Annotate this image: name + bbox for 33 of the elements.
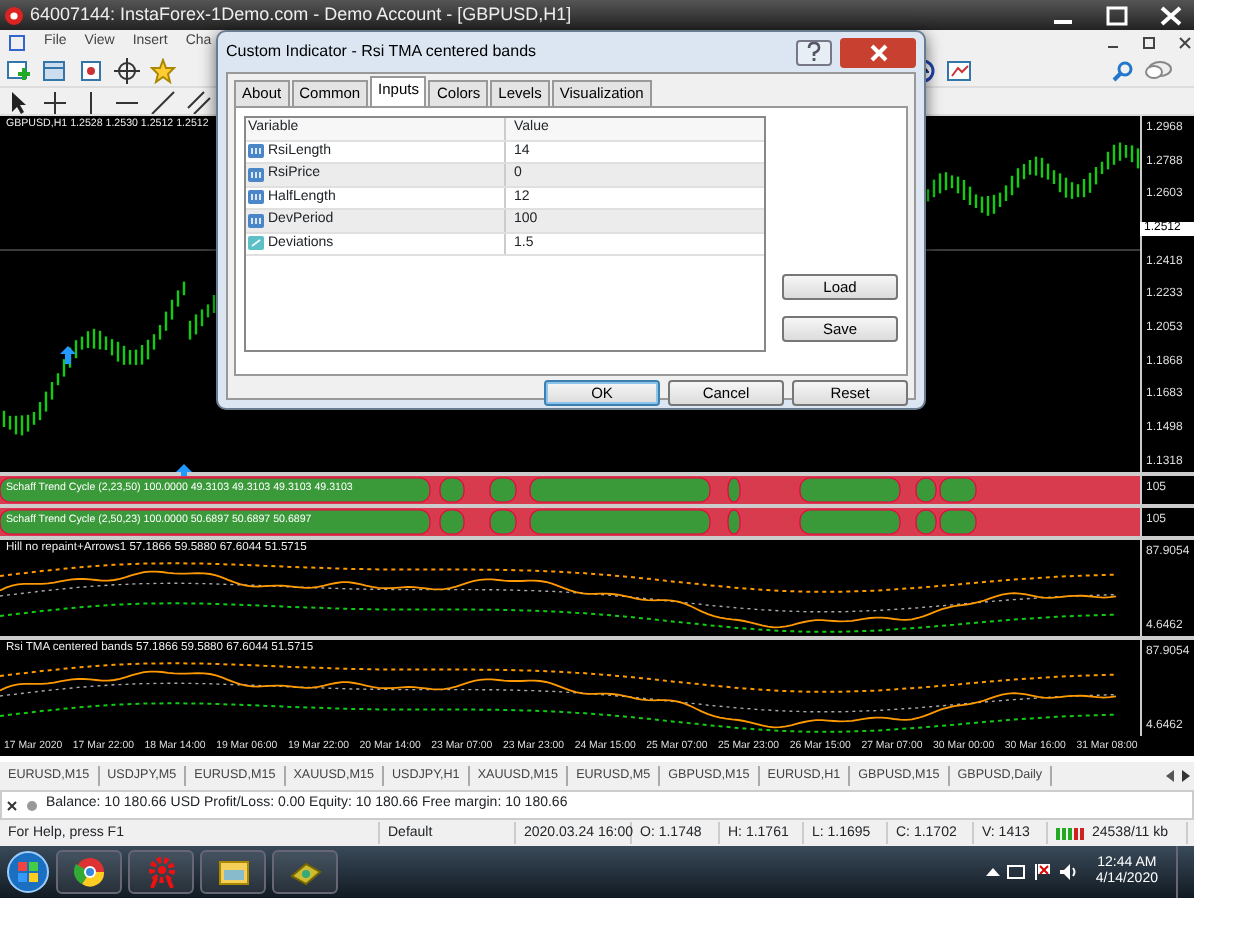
window-icon[interactable] — [42, 58, 68, 84]
close-icon[interactable] — [1176, 34, 1194, 52]
speaker-icon[interactable] — [1057, 862, 1078, 882]
integer-type-icon — [248, 167, 264, 182]
crosshair-icon[interactable] — [114, 58, 140, 84]
restore-icon[interactable] — [1140, 34, 1158, 52]
diagonal-line-icon[interactable] — [150, 89, 176, 113]
crosshair-icon[interactable] — [42, 89, 68, 113]
dialog-title: Custom Indicator - Rsi TMA centered bands — [226, 42, 539, 62]
search-icon[interactable] — [1112, 60, 1134, 82]
up-arrow-icon — [60, 346, 76, 364]
integer-type-icon — [248, 190, 264, 205]
connection-bars-icon — [1056, 826, 1084, 840]
scroll-right-icon[interactable] — [1178, 768, 1194, 784]
star-icon[interactable] — [150, 58, 176, 84]
browser-icon[interactable] — [73, 856, 105, 888]
chart-window-icon — [8, 34, 26, 52]
chart-icon[interactable] — [946, 58, 972, 84]
flag-icon[interactable] — [1031, 862, 1052, 882]
folder-icon[interactable] — [217, 856, 249, 888]
gear-icon[interactable] — [145, 856, 177, 888]
show-hidden-icons-icon[interactable] — [985, 866, 1000, 878]
window-title: 64007144: InstaForex-1Demo.com - Demo Account - [GBPUSD,H1] — [30, 4, 574, 26]
start-button-icon[interactable] — [6, 850, 50, 894]
integer-type-icon — [248, 213, 264, 228]
app-logo-icon — [4, 5, 24, 25]
close-icon[interactable] — [6, 799, 18, 811]
plus-icon[interactable] — [6, 58, 32, 84]
decimal-type-icon — [248, 236, 264, 251]
help-icon[interactable] — [806, 42, 822, 62]
status-dot-icon — [26, 799, 38, 811]
network-icon[interactable] — [1005, 862, 1026, 882]
scroll-left-icon[interactable] — [1162, 768, 1178, 784]
